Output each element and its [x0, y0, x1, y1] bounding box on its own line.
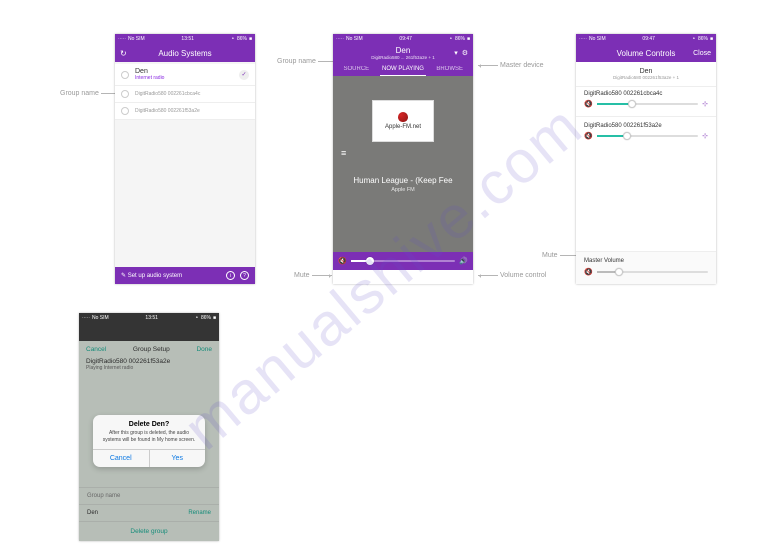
label-mute-2: Mute	[542, 252, 580, 259]
screen-audio-systems: ⋅⋅⋅⋅⋅No SIM 13:51 ⚬86%■ ↻ Audio Systems …	[115, 34, 255, 284]
master-volume-slider[interactable]	[597, 271, 708, 273]
track-artist: Apple FM	[391, 187, 415, 193]
status-bar: ⋅⋅⋅⋅⋅No SIM 13:51 ⚬86%■	[79, 313, 219, 323]
info-icon[interactable]: i	[226, 271, 235, 280]
screen-now-playing: ⋅⋅⋅⋅⋅No SIM 09:47 ⚬86%■ Den DigitRadio58…	[333, 34, 473, 284]
device-name: DigitRadio580 002261cbca4c	[135, 91, 249, 97]
volume-slider[interactable]	[597, 103, 698, 105]
hamburger-icon[interactable]: ≡	[341, 148, 346, 158]
status-bar: ⋅⋅⋅⋅⋅No SIM 09:47 ⚬86%■	[333, 34, 473, 44]
alert-cancel-button[interactable]: Cancel	[93, 450, 150, 467]
header: ↻ Audio Systems	[115, 44, 255, 62]
volume-bar: 🔇 🔊	[333, 252, 473, 270]
album-art: Apple-FM.net	[372, 100, 434, 142]
radio-icon	[121, 90, 129, 98]
mute-icon[interactable]: 🔇	[338, 257, 347, 265]
header	[79, 323, 219, 341]
alert-message: After this group is deleted, the audio s…	[93, 430, 205, 449]
eq-icon[interactable]: ⊹	[702, 132, 708, 140]
track-title: Human League - (Keep Fee	[353, 176, 452, 185]
help-icon[interactable]: ?	[240, 271, 249, 280]
chevron-down-icon[interactable]: ▾	[454, 49, 458, 57]
group-header: Den DigitRadio580 002261f53a2e + 1	[576, 66, 716, 87]
close-button[interactable]: Close	[693, 50, 711, 57]
footer: ✎ Set up audio system i ?	[115, 267, 255, 284]
mute-icon[interactable]: 🔇	[584, 132, 593, 140]
device-list: Den Internet radio ✓ DigitRadio580 00226…	[115, 62, 255, 267]
label-master-device: Master device	[478, 62, 544, 69]
now-playing-body: ≡ Apple-FM.net Human League - (Keep Fee …	[333, 76, 473, 270]
mute-icon[interactable]: 🔇	[584, 268, 593, 276]
setup-button[interactable]: ✎ Set up audio system	[121, 272, 182, 279]
screen-volume-controls: ⋅⋅⋅⋅⋅No SIM 09:47 ⚬86%■ Volume Controls …	[576, 34, 716, 284]
master-volume-label: Master Volume	[584, 258, 708, 264]
master-volume: Master Volume 🔇	[576, 251, 716, 284]
group-subtitle: DigitRadio580 ... 261f53a2e + 1	[371, 55, 434, 60]
tabs: SOURCE NOW PLAYING BROWSE	[333, 62, 473, 76]
mute-icon[interactable]: 🔇	[584, 100, 593, 108]
device-name: DigitRadio580 002261f53a2e	[584, 123, 708, 129]
device-volume-row: DigitRadio580 002261f53a2e 🔇 ⊹	[576, 119, 716, 146]
volume-slider[interactable]	[597, 135, 698, 137]
screen-delete-dialog: ⋅⋅⋅⋅⋅No SIM 13:51 ⚬86%■ Cancel Group Set…	[79, 313, 219, 541]
checkmark-icon[interactable]: ✓	[239, 70, 249, 80]
alert-dialog: Delete Den? After this group is deleted,…	[93, 415, 205, 467]
page-title: Audio Systems	[158, 49, 211, 58]
list-item[interactable]: Den Internet radio ✓	[115, 64, 255, 86]
label-group-name-2: Group name	[277, 58, 338, 65]
gear-icon[interactable]: ⚙	[462, 49, 468, 57]
list-item[interactable]: DigitRadio580 002261f53a2e	[115, 103, 255, 120]
header: Volume Controls Close	[576, 44, 716, 62]
volume-icon[interactable]: 🔊	[459, 257, 468, 265]
device-name: DigitRadio580 002261cbca4c	[584, 91, 708, 97]
alert-yes-button[interactable]: Yes	[150, 450, 206, 467]
group-title[interactable]: Den	[371, 46, 434, 55]
group-setup-body: Cancel Group Setup Done DigitRadio580 00…	[79, 341, 219, 541]
device-name: DigitRadio580 002261f53a2e	[135, 108, 249, 114]
label-group-name-1: Group name	[60, 90, 121, 97]
volume-body: Den DigitRadio580 002261f53a2e + 1 Digit…	[576, 62, 716, 284]
volume-slider[interactable]	[351, 260, 456, 262]
status-bar: ⋅⋅⋅⋅⋅No SIM 09:47 ⚬86%■	[576, 34, 716, 44]
eq-icon[interactable]: ⊹	[702, 100, 708, 108]
device-status: Internet radio	[135, 75, 239, 81]
status-bar: ⋅⋅⋅⋅⋅No SIM 13:51 ⚬86%■	[115, 34, 255, 44]
page-title: Volume Controls	[617, 49, 676, 58]
label-mute-1: Mute	[294, 272, 332, 279]
label-volume-control: Volume control	[478, 272, 546, 279]
device-name: Den	[135, 68, 239, 75]
alert-title: Delete Den?	[93, 415, 205, 430]
tab-browse[interactable]: BROWSE	[426, 62, 473, 76]
list-item[interactable]: DigitRadio580 002261cbca4c	[115, 86, 255, 103]
device-volume-row: DigitRadio580 002261cbca4c 🔇 ⊹	[576, 87, 716, 114]
tab-now-playing[interactable]: NOW PLAYING	[380, 62, 427, 76]
tab-source[interactable]: SOURCE	[333, 62, 380, 76]
radio-icon	[121, 107, 129, 115]
header: Den DigitRadio580 ... 261f53a2e + 1 ▾ ⚙	[333, 44, 473, 62]
refresh-icon[interactable]: ↻	[120, 49, 127, 58]
radio-icon	[121, 71, 129, 79]
apple-icon	[398, 112, 408, 122]
